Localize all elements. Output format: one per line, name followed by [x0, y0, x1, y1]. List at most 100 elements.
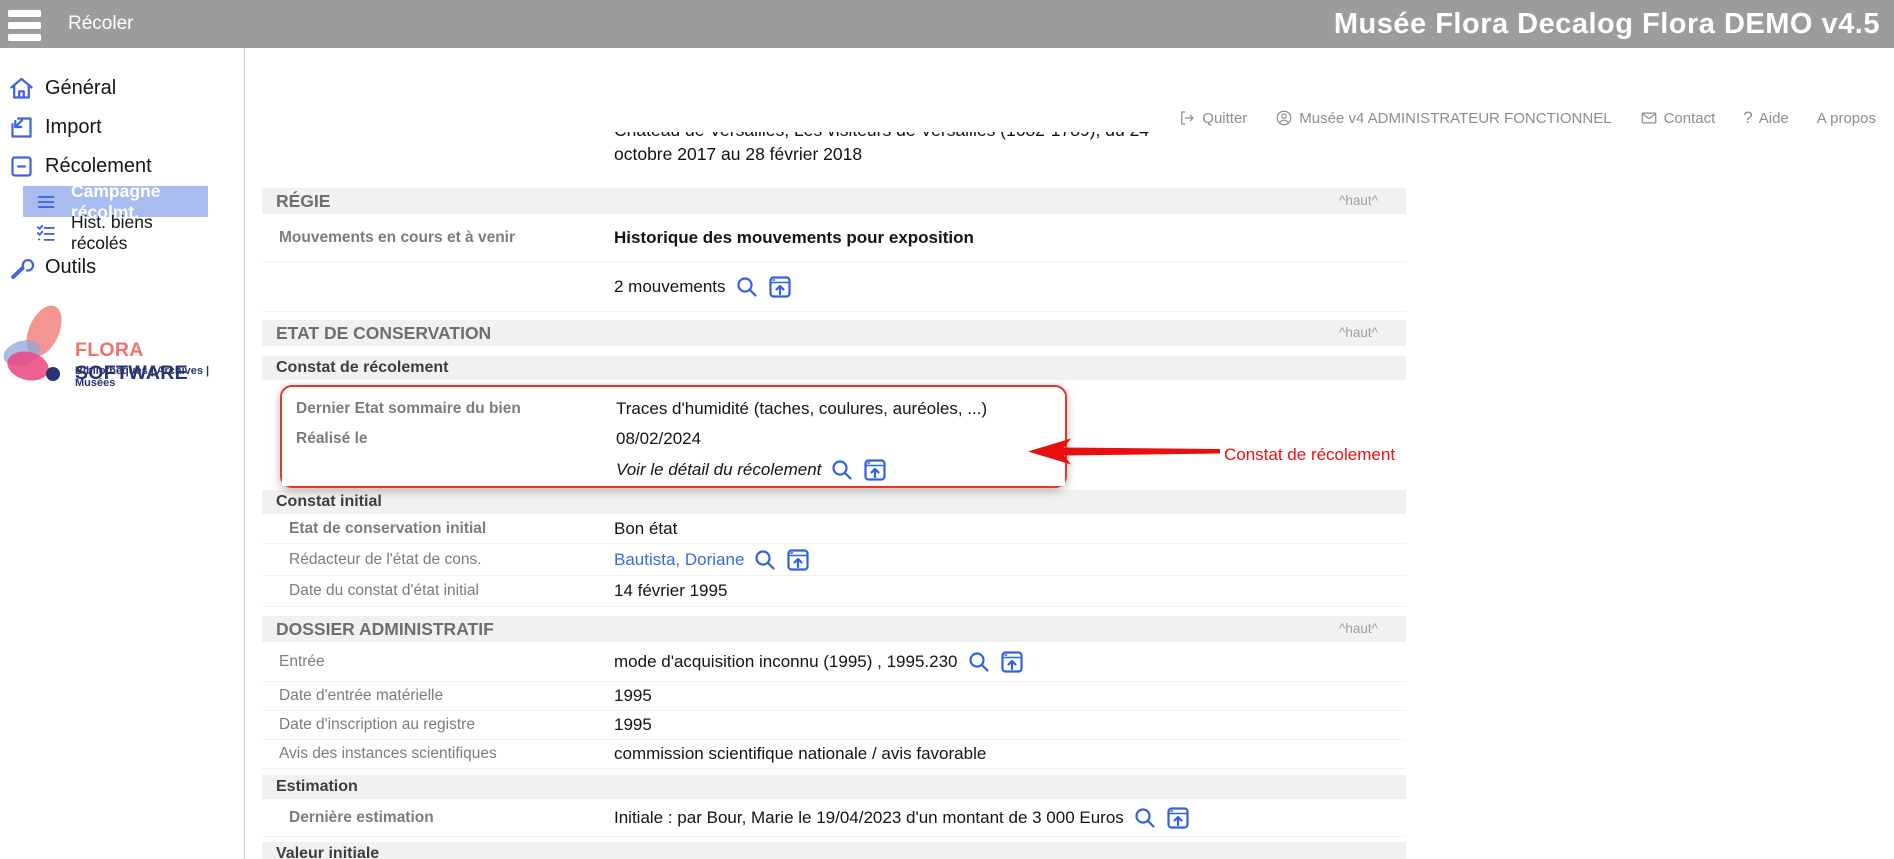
- field-label: Entrée: [262, 653, 614, 671]
- search-icon[interactable]: [1133, 806, 1157, 830]
- field-label: Avis des instances scientifiques: [262, 745, 614, 763]
- archive-box-icon: [8, 153, 35, 180]
- haut-link[interactable]: ^haut^: [1339, 320, 1378, 346]
- field-label: Date d'inscription au registre: [262, 716, 614, 734]
- sidebar-item-import[interactable]: Import: [0, 108, 244, 147]
- sidebar-item-label: Général: [45, 77, 116, 100]
- search-icon[interactable]: [830, 458, 854, 482]
- top-header-bar: Récoler Musée Flora Decalog Flora DEMO v…: [0, 0, 1894, 48]
- field-value: Initiale : par Bour, Marie le 19/04/2023…: [614, 808, 1124, 828]
- search-icon[interactable]: [753, 548, 777, 572]
- subsection-valeur-initiale: Valeur initiale: [262, 842, 1406, 859]
- field-row-date-constat: Date du constat d'état initial 14 févrie…: [262, 576, 1406, 607]
- flora-software-logo: FLORA SOFTWARE Bibliothèques | Archives …: [0, 299, 244, 399]
- sidebar-item-label: Récolement: [45, 155, 152, 178]
- search-icon[interactable]: [735, 275, 759, 299]
- checklist-icon: [35, 222, 57, 244]
- subsection-estimation: Estimation: [262, 775, 1406, 799]
- field-value: Traces d'humidité (taches, coulures, aur…: [616, 399, 987, 419]
- field-label: Réalisé le: [282, 430, 616, 448]
- constat-recolement-highlight: Dernier Etat sommaire du bien Traces d'h…: [262, 385, 1406, 488]
- field-value: Bon état: [614, 519, 677, 539]
- user-menu[interactable]: Musée v4 ADMINISTRATEUR FONCTIONNEL: [1275, 109, 1611, 127]
- app-title: Musée Flora Decalog Flora DEMO v4.5: [1334, 0, 1880, 48]
- open-record-icon[interactable]: [1000, 650, 1024, 674]
- field-row-voir-detail: Voir le détail du récolement: [282, 454, 1065, 486]
- field-label: Etat de conservation initial: [262, 520, 614, 538]
- field-label: Date du constat d'état initial: [262, 582, 614, 600]
- contact-button[interactable]: Contact: [1640, 109, 1716, 127]
- field-row-mouvements: Mouvements en cours et à venir Historiqu…: [262, 214, 1406, 262]
- sidebar-item-label: Hist. biens récolés: [71, 212, 208, 254]
- field-value: 1995: [614, 686, 652, 706]
- wrench-icon: [8, 254, 35, 281]
- logo-flora: FLORA: [75, 339, 143, 361]
- record-scroll-area[interactable]: Château de Versailles, Les visiteurs de …: [245, 132, 1894, 859]
- subsection-constat-initial: Constat initial: [262, 490, 1406, 514]
- field-label: Date d'entrée matérielle: [262, 687, 614, 705]
- field-row-redacteur: Rédacteur de l'état de cons. Bautista, D…: [262, 544, 1406, 576]
- field-row-realise-le: Réalisé le 08/02/2024: [282, 424, 1065, 454]
- field-value: 08/02/2024: [616, 429, 701, 449]
- user-label: Musée v4 ADMINISTRATEUR FONCTIONNEL: [1299, 110, 1611, 127]
- sidebar-item-label: Outils: [45, 256, 96, 279]
- voir-detail-link[interactable]: Voir le détail du récolement: [616, 460, 821, 480]
- exposition-line1: Château de Versailles, Les visiteurs de …: [614, 132, 1274, 142]
- sidebar-item-outils[interactable]: Outils: [0, 248, 244, 287]
- field-value: 14 février 1995: [614, 581, 727, 601]
- open-record-icon[interactable]: [1166, 806, 1190, 830]
- field-label: Rédacteur de l'état de cons.: [262, 551, 614, 569]
- open-record-icon[interactable]: [768, 275, 792, 299]
- section-regie-title: RÉGIE: [276, 191, 330, 211]
- quitter-label: Quitter: [1202, 110, 1247, 127]
- envelope-icon: [1640, 109, 1658, 127]
- top-toolbar: Quitter Musée v4 ADMINISTRATEUR FONCTION…: [1178, 108, 1876, 128]
- quitter-button[interactable]: Quitter: [1178, 109, 1247, 127]
- sidebar-item-label: Import: [45, 116, 102, 139]
- field-row-date-entree: Date d'entrée matérielle 1995: [262, 682, 1406, 711]
- flora-petals-icon: [0, 299, 72, 394]
- a-propos-label: A propos: [1817, 110, 1876, 127]
- field-row-etat-initial: Etat de conservation initial Bon état: [262, 514, 1406, 544]
- field-row-derniere-estimation: Dernière estimation Initiale : par Bour,…: [262, 799, 1406, 837]
- user-icon: [1275, 109, 1293, 127]
- mouvements-count: 2 mouvements: [614, 277, 726, 297]
- sidebar-item-hist-biens-recoles[interactable]: Hist. biens récolés: [23, 217, 208, 248]
- aide-button[interactable]: ? Aide: [1743, 108, 1789, 128]
- open-record-icon[interactable]: [786, 548, 810, 572]
- app-window: Récoler Musée Flora Decalog Flora DEMO v…: [0, 0, 1894, 859]
- contact-label: Contact: [1664, 110, 1716, 127]
- field-row-mouvements-count: 2 mouvements: [262, 262, 1406, 312]
- list-lines-icon: [35, 191, 57, 213]
- exposition-line2: octobre 2017 au 28 février 2018: [614, 142, 1274, 166]
- redacteur-link[interactable]: Bautista, Doriane: [614, 550, 744, 570]
- field-value: 1995: [614, 715, 652, 735]
- haut-link[interactable]: ^haut^: [1339, 188, 1378, 214]
- open-record-icon[interactable]: [863, 458, 887, 482]
- sidebar-item-general[interactable]: Général: [0, 69, 244, 108]
- field-row-date-registre: Date d'inscription au registre 1995: [262, 711, 1406, 740]
- field-label: Dernière estimation: [262, 809, 614, 827]
- main-content: Quitter Musée v4 ADMINISTRATEUR FONCTION…: [245, 48, 1894, 859]
- field-row-avis: Avis des instances scientifiques commiss…: [262, 740, 1406, 769]
- logo-tagline: Bibliothèques | Archives | Musées: [75, 365, 244, 389]
- section-dossier-administratif: DOSSIER ADMINISTRATIF ^haut^: [262, 616, 1406, 642]
- exposition-description: Château de Versailles, Les visiteurs de …: [614, 132, 1274, 166]
- field-value: mode d'acquisition inconnu (1995) , 1995…: [614, 652, 958, 672]
- section-etat-conservation: ETAT DE CONSERVATION ^haut^: [262, 320, 1406, 346]
- annotation-label: Constat de récolement: [1224, 445, 1395, 465]
- sidebar: Général Import Récolement Campagne récol…: [0, 48, 245, 859]
- import-icon: [8, 114, 35, 141]
- module-title: Récoler: [68, 0, 133, 48]
- section-regie: RÉGIE ^haut^: [262, 188, 1406, 214]
- field-label: Mouvements en cours et à venir: [262, 229, 614, 247]
- section-dossier-title: DOSSIER ADMINISTRATIF: [276, 619, 494, 639]
- field-value: commission scientifique nationale / avis…: [614, 744, 986, 764]
- annotation-arrow-icon: [1028, 438, 1220, 465]
- a-propos-button[interactable]: A propos: [1817, 110, 1876, 127]
- hamburger-menu-icon[interactable]: [8, 10, 42, 46]
- haut-link[interactable]: ^haut^: [1339, 616, 1378, 642]
- field-row-dernier-etat: Dernier Etat sommaire du bien Traces d'h…: [282, 394, 1065, 424]
- search-icon[interactable]: [967, 650, 991, 674]
- logout-icon: [1178, 109, 1196, 127]
